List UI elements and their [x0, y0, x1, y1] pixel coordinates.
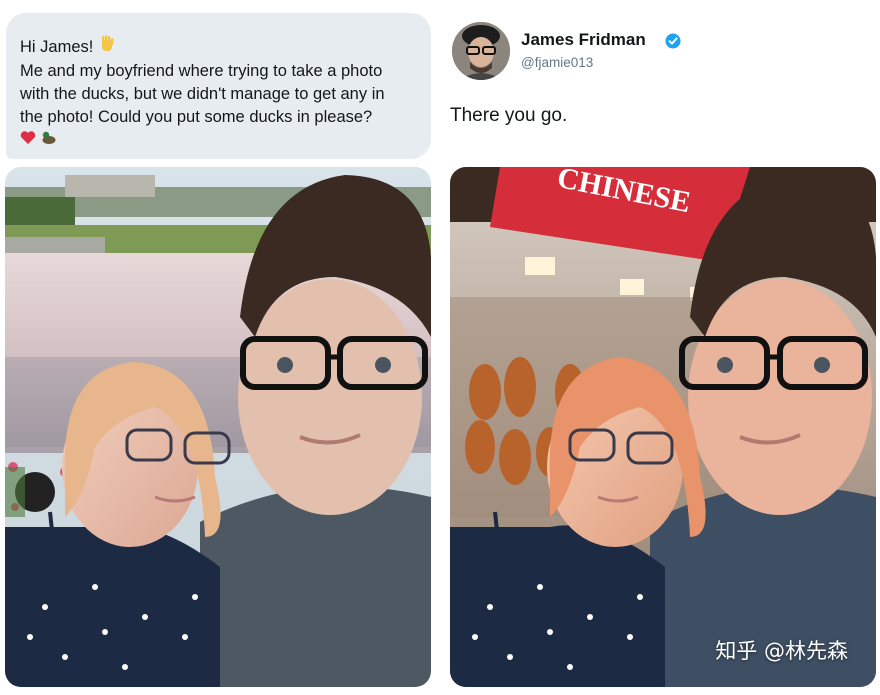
request-line-4: the photo! Could you put some ducks in p…	[20, 108, 373, 126]
request-greeting: Hi James!	[20, 37, 94, 56]
watermark: 知乎 @林先森	[715, 639, 848, 663]
verified-badge-icon	[665, 33, 681, 49]
request-line-3: with the ducks, but we didn't manage to …	[20, 85, 385, 103]
request-message-bubble: Hi James! Me and my boyfriend where tryi…	[6, 13, 431, 159]
request-line-2: Me and my boyfriend where trying to take…	[20, 62, 383, 80]
account-handle[interactable]: @fjamie013	[521, 55, 593, 70]
waving-hand-icon	[98, 35, 116, 60]
avatar[interactable]	[452, 22, 510, 80]
account-name[interactable]: James Fridman	[521, 30, 646, 50]
red-heart-icon	[20, 129, 36, 152]
original-photo	[5, 167, 431, 687]
edited-photo: CHINESE 知乎 @林先森	[450, 167, 876, 687]
duck-icon	[41, 129, 57, 152]
reply-text: There you go.	[450, 105, 568, 126]
